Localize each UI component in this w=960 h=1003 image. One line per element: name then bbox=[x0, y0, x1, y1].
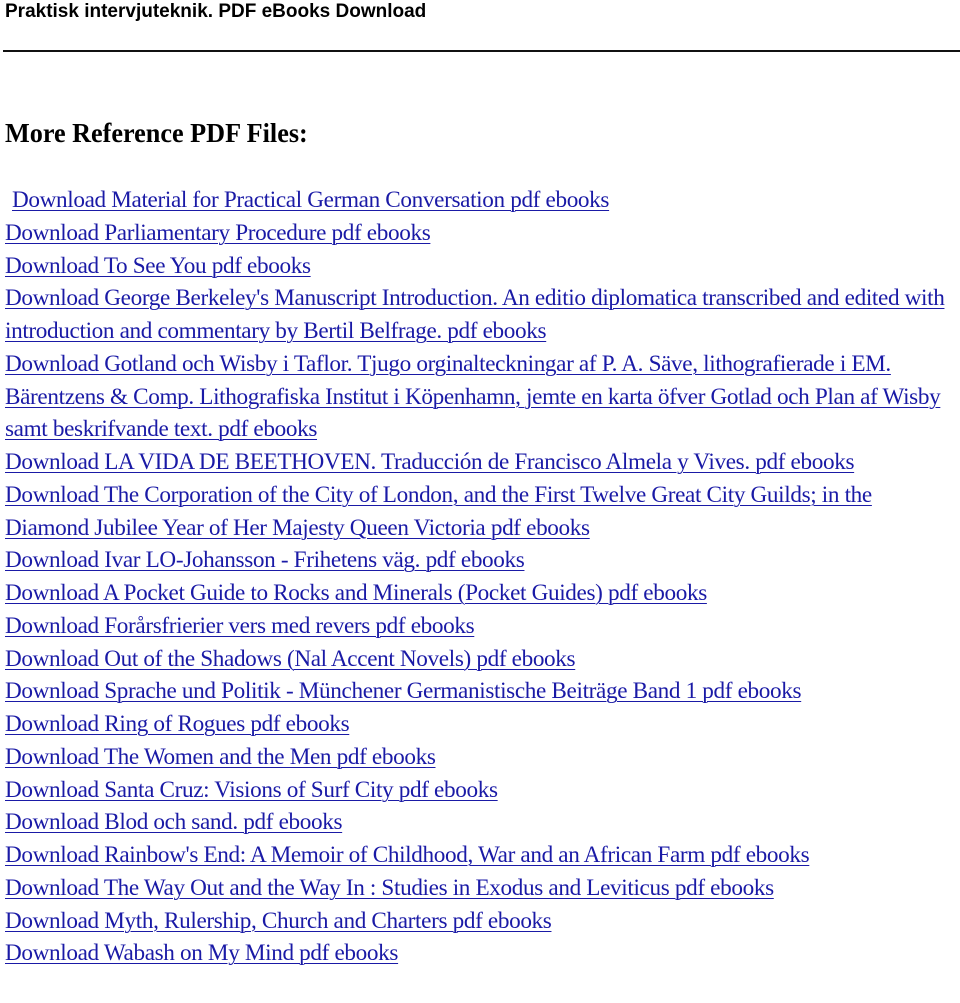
reference-link-list: Download Material for Practical German C… bbox=[5, 184, 960, 970]
section-title: More Reference PDF Files: bbox=[5, 118, 308, 148]
download-link[interactable]: Download Forårsfrierier vers med revers … bbox=[5, 610, 960, 643]
download-link[interactable]: Download Sprache und Politik - Münchener… bbox=[5, 675, 960, 708]
download-link[interactable]: Download The Way Out and the Way In : St… bbox=[5, 872, 960, 905]
download-link[interactable]: Download The Corporation of the City of … bbox=[5, 479, 960, 545]
page-header-title: Praktisk intervjuteknik. PDF eBooks Down… bbox=[5, 1, 427, 22]
download-link[interactable]: Download Material for Practical German C… bbox=[5, 184, 960, 217]
download-link[interactable]: Download Ivar LO-Johansson - Frihetens v… bbox=[5, 544, 960, 577]
download-link[interactable]: Download LA VIDA DE BEETHOVEN. Traducció… bbox=[5, 446, 960, 479]
download-link[interactable]: Download Blod och sand. pdf ebooks bbox=[5, 806, 960, 839]
download-link[interactable]: Download Out of the Shadows (Nal Accent … bbox=[5, 643, 960, 676]
download-link[interactable]: Download Parliamentary Procedure pdf ebo… bbox=[5, 217, 960, 250]
download-link[interactable]: Download Santa Cruz: Visions of Surf Cit… bbox=[5, 774, 960, 807]
download-link[interactable]: Download Gotland och Wisby i Taflor. Tju… bbox=[5, 348, 960, 446]
download-link[interactable]: Download The Women and the Men pdf ebook… bbox=[5, 741, 960, 774]
header-divider bbox=[3, 50, 960, 52]
download-link[interactable]: Download Myth, Rulership, Church and Cha… bbox=[5, 905, 960, 938]
download-link[interactable]: Download A Pocket Guide to Rocks and Min… bbox=[5, 577, 960, 610]
download-link[interactable]: Download Wabash on My Mind pdf ebooks bbox=[5, 937, 960, 970]
download-link[interactable]: Download George Berkeley's Manuscript In… bbox=[5, 282, 960, 348]
download-link[interactable]: Download To See You pdf ebooks bbox=[5, 250, 960, 283]
download-link[interactable]: Download Rainbow's End: A Memoir of Chil… bbox=[5, 839, 960, 872]
download-link[interactable]: Download Ring of Rogues pdf ebooks bbox=[5, 708, 960, 741]
